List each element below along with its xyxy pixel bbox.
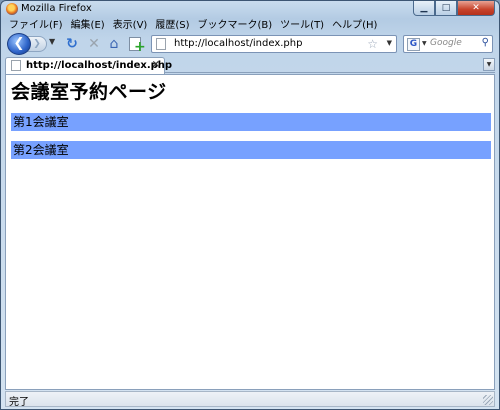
- engine-dropdown-icon[interactable]: ▼: [422, 40, 427, 47]
- room-item-2: 第2会議室: [11, 141, 491, 159]
- reload-icon[interactable]: ↻: [63, 35, 81, 53]
- google-engine-icon[interactable]: G: [407, 38, 420, 51]
- url-input[interactable]: http://localhost/index.php: [174, 38, 302, 49]
- url-dropdown-icon[interactable]: ▼: [387, 39, 392, 47]
- tab-list-dropdown-icon[interactable]: ▼: [483, 58, 495, 71]
- home-icon[interactable]: ⌂: [105, 35, 123, 53]
- title-bar: Mozilla Firefox ▁ □ ✕: [1, 1, 499, 17]
- menu-history[interactable]: 履歴(S): [151, 18, 193, 33]
- menu-help[interactable]: ヘルプ(H): [328, 18, 381, 33]
- page-content: 会議室予約ページ 第1会議室 第2会議室: [5, 74, 495, 390]
- search-icon[interactable]: ⚲: [482, 37, 489, 48]
- menu-bar: ファイル(F) 編集(E) 表示(V) 履歴(S) ブックマーク(B) ツール(…: [5, 18, 381, 33]
- firefox-logo-icon: [6, 3, 18, 15]
- maximize-button[interactable]: □: [435, 1, 457, 16]
- menu-tools[interactable]: ツール(T): [276, 18, 328, 33]
- close-window-button[interactable]: ✕: [457, 1, 495, 16]
- tab-localhost[interactable]: http://localhost/index.php ×: [5, 57, 172, 74]
- menu-view[interactable]: 表示(V): [109, 18, 152, 33]
- window-title: Mozilla Firefox: [21, 3, 92, 14]
- status-bar: 完了: [5, 391, 495, 408]
- back-button[interactable]: ❮: [7, 33, 31, 55]
- address-bar[interactable]: http://localhost/index.php ☆ ▼: [151, 35, 397, 53]
- status-text: 完了: [9, 397, 29, 408]
- page-favicon-icon: [156, 38, 166, 50]
- menu-bookmarks[interactable]: ブックマーク(B): [194, 18, 277, 33]
- page-title: 会議室予約ページ: [11, 81, 167, 103]
- browser-window: Mozilla Firefox ▁ □ ✕ ファイル(F) 編集(E) 表示(V…: [0, 0, 500, 410]
- star-icon[interactable]: ☆: [367, 36, 378, 52]
- stop-icon[interactable]: ✕: [85, 35, 103, 53]
- search-bar[interactable]: G ▼ Google ⚲: [403, 35, 493, 53]
- menu-edit[interactable]: 編集(E): [67, 18, 109, 33]
- window-controls: ▁ □ ✕: [413, 1, 495, 17]
- navigation-toolbar: ❯ ❮ ▼ ↻ ✕ ⌂ + http://localhost/index.php…: [5, 33, 495, 55]
- close-tab-icon[interactable]: ×: [152, 59, 160, 70]
- add-bookmark-icon[interactable]: +: [127, 35, 146, 54]
- resize-grip-icon[interactable]: [483, 395, 493, 405]
- history-dropdown-icon[interactable]: ▼: [49, 37, 55, 46]
- tab-label: http://localhost/index.php: [26, 60, 173, 71]
- room-item-1: 第1会議室: [11, 113, 491, 131]
- tab-favicon-icon: [11, 60, 21, 71]
- tab-bar: http://localhost/index.php × ▼: [5, 56, 495, 74]
- search-input[interactable]: Google: [430, 38, 462, 48]
- menu-file[interactable]: ファイル(F): [5, 18, 67, 33]
- minimize-button[interactable]: ▁: [413, 1, 435, 16]
